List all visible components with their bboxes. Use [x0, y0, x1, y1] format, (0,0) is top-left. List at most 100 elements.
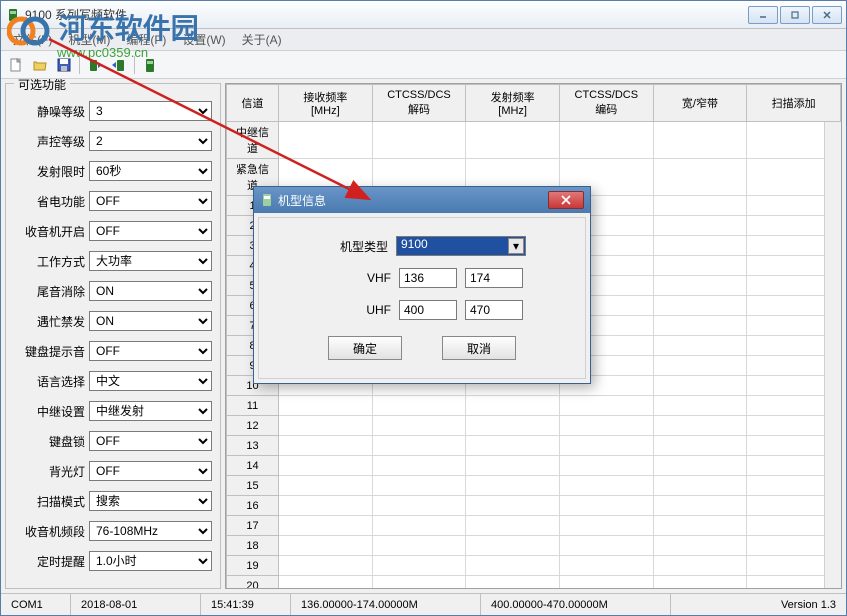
cell[interactable]	[559, 516, 653, 536]
cell[interactable]	[372, 122, 466, 159]
table-row[interactable]: 12	[227, 416, 841, 436]
cell[interactable]	[559, 576, 653, 590]
vhf-high-input[interactable]	[465, 268, 523, 288]
cell[interactable]	[653, 396, 747, 416]
cell[interactable]	[279, 536, 373, 556]
cell[interactable]	[653, 356, 747, 376]
cell[interactable]	[653, 376, 747, 396]
option-select[interactable]: OFF	[89, 191, 212, 211]
menu-about[interactable]: 关于(A)	[234, 29, 290, 50]
cell[interactable]	[559, 556, 653, 576]
minimize-button[interactable]	[748, 6, 778, 24]
option-select[interactable]: 中文	[89, 371, 212, 391]
cell[interactable]	[653, 296, 747, 316]
dialog-close-button[interactable]	[548, 191, 584, 209]
cell[interactable]	[653, 416, 747, 436]
cell[interactable]	[653, 456, 747, 476]
cell[interactable]	[279, 456, 373, 476]
cell[interactable]	[559, 536, 653, 556]
cell[interactable]	[653, 436, 747, 456]
option-select[interactable]: 2	[89, 131, 212, 151]
cell[interactable]	[466, 416, 560, 436]
option-select[interactable]: 大功率	[89, 251, 212, 271]
option-select[interactable]: 76-108MHz	[89, 521, 212, 541]
cell[interactable]	[653, 576, 747, 590]
cell[interactable]	[653, 476, 747, 496]
menu-program[interactable]: 编程(P)	[118, 29, 174, 50]
close-button[interactable]	[812, 6, 842, 24]
cell[interactable]	[466, 576, 560, 590]
cell[interactable]	[559, 476, 653, 496]
cell[interactable]	[653, 316, 747, 336]
cell[interactable]	[653, 516, 747, 536]
cell[interactable]	[466, 536, 560, 556]
cell[interactable]	[653, 236, 747, 256]
new-file-icon[interactable]	[5, 54, 27, 76]
cell[interactable]	[653, 496, 747, 516]
table-row[interactable]: 18	[227, 536, 841, 556]
cell[interactable]	[653, 276, 747, 296]
write-device-icon[interactable]	[108, 54, 130, 76]
table-row[interactable]: 中继信道	[227, 122, 841, 159]
option-select[interactable]: OFF	[89, 221, 212, 241]
cell[interactable]	[653, 556, 747, 576]
table-row[interactable]: 11	[227, 396, 841, 416]
cell[interactable]	[279, 576, 373, 590]
table-row[interactable]: 19	[227, 556, 841, 576]
cell[interactable]	[372, 476, 466, 496]
option-select[interactable]: OFF	[89, 341, 212, 361]
cell[interactable]	[559, 496, 653, 516]
option-select[interactable]: 搜索	[89, 491, 212, 511]
cell[interactable]	[279, 496, 373, 516]
table-row[interactable]: 20	[227, 576, 841, 590]
cell[interactable]	[559, 456, 653, 476]
table-row[interactable]: 15	[227, 476, 841, 496]
uhf-low-input[interactable]	[399, 300, 457, 320]
cell[interactable]	[466, 516, 560, 536]
cell[interactable]	[466, 396, 560, 416]
option-select[interactable]: 1.0小时	[89, 551, 212, 571]
save-file-icon[interactable]	[53, 54, 75, 76]
cell[interactable]	[372, 416, 466, 436]
option-select[interactable]: 60秒	[89, 161, 212, 181]
cell[interactable]	[466, 476, 560, 496]
option-select[interactable]: OFF	[89, 431, 212, 451]
open-file-icon[interactable]	[29, 54, 51, 76]
cell[interactable]	[653, 122, 747, 159]
cell[interactable]	[559, 396, 653, 416]
cell[interactable]	[653, 196, 747, 216]
cell[interactable]	[279, 556, 373, 576]
cell[interactable]	[653, 336, 747, 356]
cell[interactable]	[372, 436, 466, 456]
cell[interactable]	[372, 396, 466, 416]
model-type-select[interactable]: 9100	[396, 236, 526, 256]
cell[interactable]	[279, 516, 373, 536]
menu-file[interactable]: 文件(F)	[5, 29, 60, 50]
cell[interactable]	[279, 396, 373, 416]
menu-settings[interactable]: 设置(W)	[174, 29, 233, 50]
vertical-scrollbar[interactable]	[824, 122, 841, 588]
cell[interactable]	[466, 456, 560, 476]
table-row[interactable]: 14	[227, 456, 841, 476]
cell[interactable]	[559, 122, 653, 159]
cell[interactable]	[466, 436, 560, 456]
model-info-icon[interactable]	[139, 54, 161, 76]
cell[interactable]	[372, 576, 466, 590]
maximize-button[interactable]	[780, 6, 810, 24]
uhf-high-input[interactable]	[465, 300, 523, 320]
table-row[interactable]: 17	[227, 516, 841, 536]
option-select[interactable]: ON	[89, 311, 212, 331]
cell[interactable]	[653, 159, 747, 196]
option-select[interactable]: ON	[89, 281, 212, 301]
option-select[interactable]: 中继发射	[89, 401, 212, 421]
cell[interactable]	[279, 436, 373, 456]
cell[interactable]	[372, 496, 466, 516]
cell[interactable]	[279, 122, 373, 159]
option-select[interactable]: 3	[89, 101, 212, 121]
cell[interactable]	[559, 416, 653, 436]
cell[interactable]	[466, 556, 560, 576]
cell[interactable]	[372, 456, 466, 476]
cancel-button[interactable]: 取消	[442, 336, 516, 360]
cell[interactable]	[653, 256, 747, 276]
menu-model[interactable]: 机型(M)	[60, 29, 118, 50]
